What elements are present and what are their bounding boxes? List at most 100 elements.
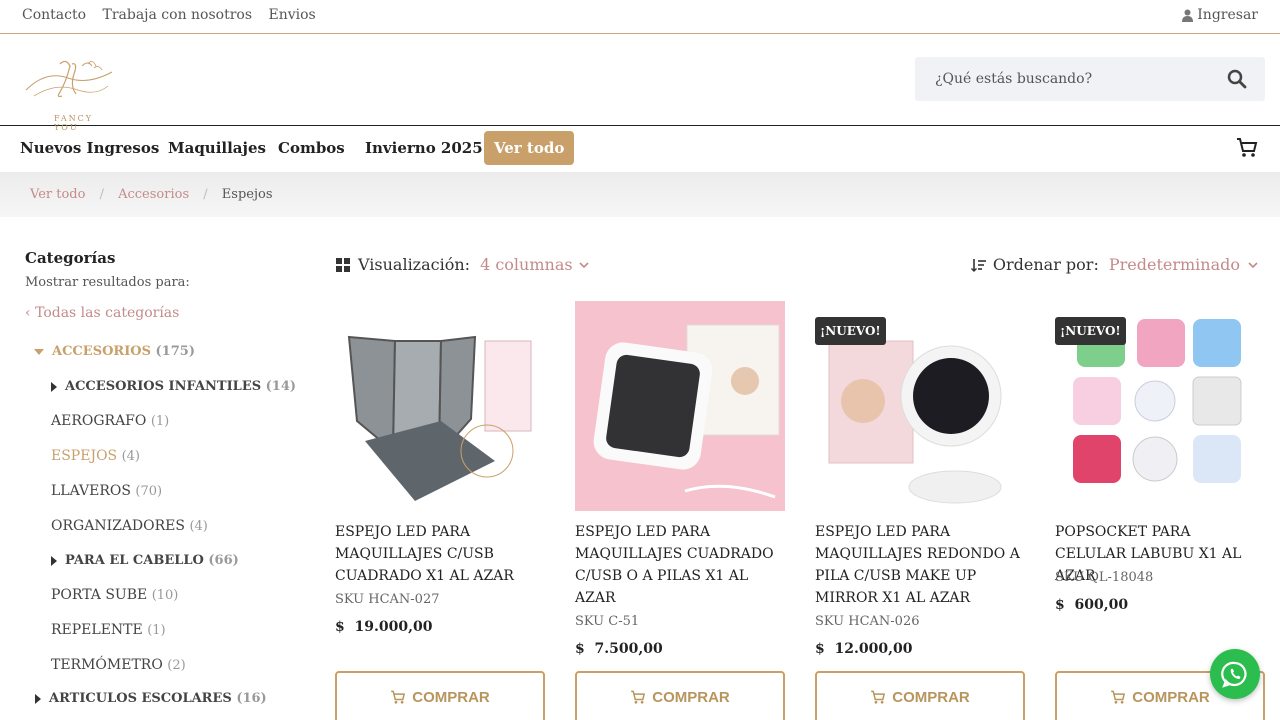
product-sku: SKU C-51 (575, 614, 640, 629)
breadcrumb: Ver todo / Accesorios / Espejos (0, 172, 1280, 217)
category-count: (175) (155, 344, 195, 359)
category-count: (1) (147, 623, 166, 638)
price-value: 600,00 (1074, 597, 1129, 613)
category-articulos-escolares[interactable]: ARTICULOS ESCOLARES (16) (35, 691, 267, 706)
work-with-us-link[interactable]: Trabaja con nosotros (102, 7, 252, 23)
header: FANCY YOU (0, 34, 1280, 132)
category-count: (70) (135, 484, 163, 499)
view-columns-control[interactable]: Visualización: 4 columnas (336, 255, 589, 274)
product-card: ESPEJO LED PARA MAQUILLAJES C/USB CUADRA… (335, 301, 545, 720)
product-price: $ 12.000,00 (815, 641, 912, 657)
product-card: ¡NUEVO! ESPEJO LED PARA MAQUILLAJES REDO… (815, 301, 1025, 720)
category-label: LLAVEROS (51, 483, 131, 499)
caret-right-icon (51, 555, 57, 566)
chevron-left-icon: ‹ (25, 305, 36, 321)
product-name[interactable]: ESPEJO LED PARA MAQUILLAJES C/USB CUADRA… (335, 521, 545, 587)
sort-control[interactable]: Ordenar por: Predeterminado (970, 255, 1258, 274)
category-aerografo[interactable]: AEROGRAFO (1) (51, 413, 169, 429)
buy-label: COMPRAR (652, 688, 730, 706)
grid-icon (336, 257, 350, 272)
product-image[interactable]: ¡NUEVO! (1055, 301, 1265, 511)
shipping-link[interactable]: Envios (269, 7, 316, 23)
buy-button[interactable]: COMPRAR (575, 671, 785, 720)
view-value: 4 columnas (480, 255, 573, 274)
all-categories-link[interactable]: ‹ Todas las categorías (25, 305, 179, 321)
category-label: PARA EL CABELLO (65, 553, 204, 568)
product-image[interactable] (335, 301, 545, 511)
breadcrumb-accesorios[interactable]: Accesorios (118, 187, 189, 202)
main-nav: Nuevos Ingresos Maquillajes Combos Invie… (0, 126, 1280, 172)
user-icon (1182, 9, 1194, 22)
category-espejos[interactable]: ESPEJOS (4) (51, 448, 140, 464)
currency-symbol: $ (575, 641, 585, 657)
cart-icon (391, 690, 406, 704)
nav-item-maquillajes[interactable]: Maquillajes (168, 139, 266, 157)
cart-icon (1111, 690, 1126, 704)
buy-label: COMPRAR (412, 688, 490, 706)
top-links: Contacto Trabaja con nosotros Envios (22, 7, 328, 23)
breadcrumb-current: Espejos (221, 187, 273, 202)
category-count: (66) (208, 553, 239, 568)
category-accesorios[interactable]: ACCESORIOS (175) (34, 344, 195, 359)
product-price: $ 600,00 (1055, 597, 1128, 613)
buy-button[interactable]: COMPRAR (335, 671, 545, 720)
whatsapp-button[interactable] (1210, 649, 1260, 699)
category-termometro[interactable]: TERMÓMETRO (2) (51, 657, 186, 673)
nav-item-combos[interactable]: Combos (278, 139, 345, 157)
ver-todo-button[interactable]: Ver todo (484, 131, 575, 165)
product-image[interactable]: ¡NUEVO! (815, 301, 1025, 511)
product-name[interactable]: ESPEJO LED PARA MAQUILLAJES REDONDO A PI… (815, 521, 1025, 609)
category-repelente[interactable]: REPELENTE (1) (51, 622, 166, 638)
view-label: Visualización: (358, 255, 471, 274)
all-categories-label: Todas las categorías (35, 305, 180, 321)
new-badge: ¡NUEVO! (815, 317, 886, 345)
category-para-el-cabello[interactable]: PARA EL CABELLO (66) (51, 553, 239, 568)
nav-item-nuevos-ingresos[interactable]: Nuevos Ingresos (20, 139, 159, 157)
search-box (915, 57, 1265, 101)
product-card: ESPEJO LED PARA MAQUILLAJES CUADRADO C/U… (575, 301, 785, 720)
cart-icon (631, 690, 646, 704)
category-count: (16) (236, 691, 267, 706)
nav-item-invierno-2025[interactable]: Invierno 2025 (365, 139, 483, 157)
category-count: (10) (151, 588, 179, 603)
category-label: REPELENTE (51, 622, 143, 638)
category-label: ACCESORIOS (52, 344, 151, 359)
category-llaveros[interactable]: LLAVEROS (70) (51, 483, 162, 499)
breadcrumb-separator: / (203, 187, 208, 202)
product-card: ¡NUEVO! POPSOCKET PARA CELULAR LABUBU X1… (1055, 301, 1265, 720)
chevron-down-icon (1248, 261, 1258, 268)
product-sku: SKU HCAN-027 (335, 592, 440, 607)
product-image[interactable] (575, 301, 785, 511)
product-price: $ 7.500,00 (575, 641, 663, 657)
logo-mark-icon (25, 60, 113, 98)
cart-icon[interactable] (1236, 137, 1258, 159)
search-input[interactable] (915, 57, 1215, 101)
buy-button[interactable]: COMPRAR (815, 671, 1025, 720)
contact-link[interactable]: Contacto (22, 7, 86, 23)
caret-right-icon (35, 693, 41, 704)
new-badge: ¡NUEVO! (1055, 317, 1126, 345)
currency-symbol: $ (815, 641, 825, 657)
category-organizadores[interactable]: ORGANIZADORES (4) (51, 518, 208, 534)
category-label: ACCESORIOS INFANTILES (65, 379, 262, 394)
category-label: AEROGRAFO (51, 413, 147, 429)
product-sku: SKU QL-18048 (1055, 570, 1154, 585)
product-price: $ 19.000,00 (335, 619, 432, 635)
category-porta-sube[interactable]: PORTA SUBE (10) (51, 587, 178, 603)
category-label: ESPEJOS (51, 448, 118, 464)
product-name[interactable]: ESPEJO LED PARA MAQUILLAJES CUADRADO C/U… (575, 521, 785, 609)
login-link[interactable]: Ingresar (1182, 7, 1258, 23)
login-label: Ingresar (1197, 7, 1258, 23)
category-label: TERMÓMETRO (51, 657, 163, 673)
caret-right-icon (51, 381, 57, 392)
category-count: (1) (150, 414, 170, 429)
sort-icon (970, 258, 986, 272)
category-accesorios-infantiles[interactable]: ACCESORIOS INFANTILES (14) (51, 379, 296, 394)
category-count: (14) (265, 379, 297, 394)
cart-icon (871, 690, 886, 704)
logo[interactable]: FANCY YOU (16, 52, 120, 132)
category-label: PORTA SUBE (51, 587, 148, 603)
search-icon[interactable] (1227, 69, 1247, 89)
breadcrumb-ver-todo[interactable]: Ver todo (30, 187, 85, 202)
whatsapp-icon (1221, 661, 1247, 688)
